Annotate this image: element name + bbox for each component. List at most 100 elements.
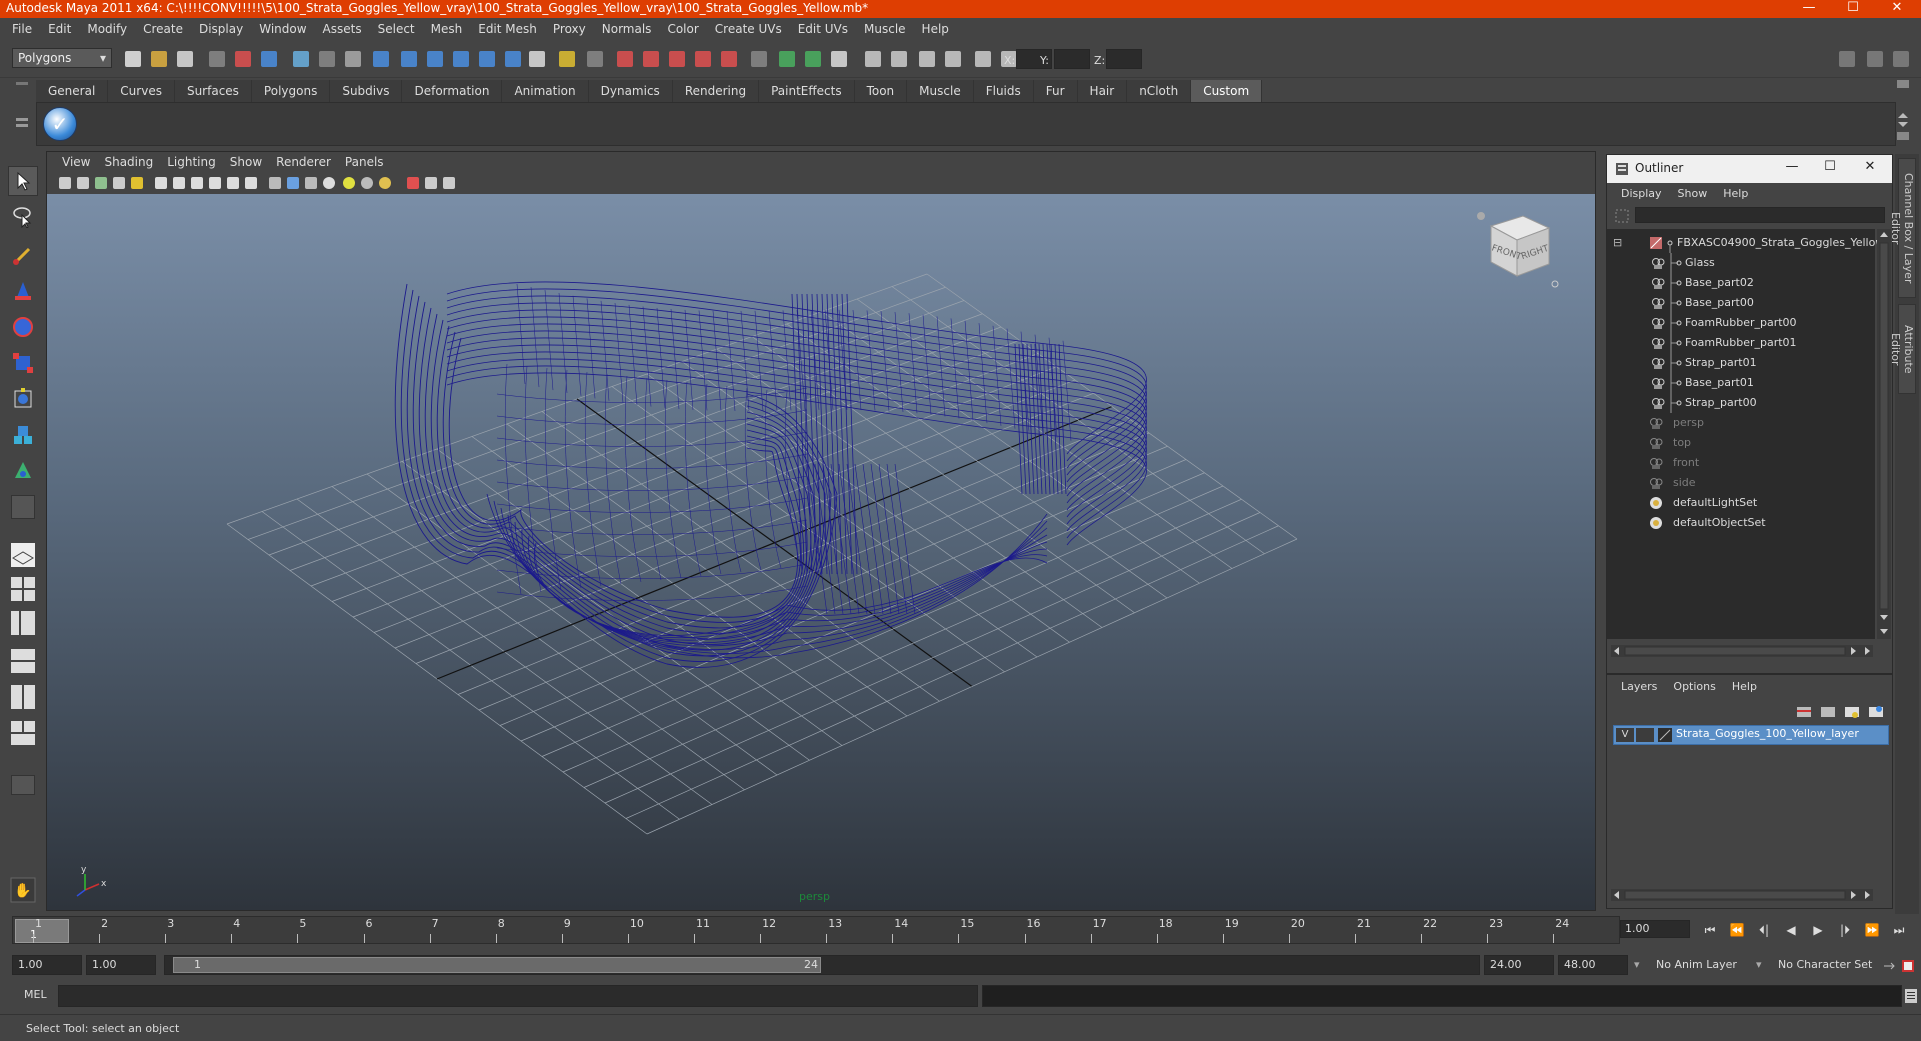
channel-box-icon[interactable] bbox=[1864, 48, 1886, 70]
hotbox-icon[interactable]: ✋ bbox=[8, 875, 38, 905]
layer-playback-toggle[interactable] bbox=[1636, 728, 1654, 742]
outliner-item[interactable]: Strap_part01 bbox=[1607, 353, 1875, 373]
soft-mod-tool-icon[interactable] bbox=[8, 420, 38, 450]
scale-tool-icon[interactable] bbox=[8, 348, 38, 378]
go-to-end-icon[interactable]: ⏭ bbox=[1889, 922, 1909, 938]
status-tool-icon[interactable] bbox=[748, 48, 770, 70]
outliner-item[interactable]: defaultLightSet bbox=[1607, 493, 1875, 513]
play-forwards-icon[interactable]: ▶ bbox=[1808, 922, 1828, 938]
outliner-item[interactable]: persp bbox=[1607, 413, 1875, 433]
menu-edit[interactable]: Edit bbox=[40, 22, 79, 36]
viewport-tool-icon[interactable] bbox=[377, 172, 393, 194]
shelf-tab-subdivs[interactable]: Subdivs bbox=[330, 80, 403, 102]
status-tool-icon[interactable] bbox=[584, 48, 606, 70]
auto-key-icons[interactable] bbox=[1882, 958, 1918, 974]
viewport-menu-panels[interactable]: Panels bbox=[338, 155, 391, 169]
outliner-layout-icon[interactable] bbox=[8, 608, 38, 638]
viewport-tool-icon[interactable] bbox=[207, 172, 223, 194]
expand-toggle-icon[interactable]: ⊟ bbox=[1613, 233, 1622, 253]
status-tool-icon[interactable] bbox=[174, 48, 196, 70]
shelf-tab-hair[interactable]: Hair bbox=[1077, 80, 1128, 102]
status-tool-icon[interactable] bbox=[640, 48, 662, 70]
viewport-tool-icon[interactable] bbox=[153, 172, 169, 194]
z-field[interactable] bbox=[1106, 49, 1142, 69]
status-tool-icon[interactable] bbox=[888, 48, 910, 70]
viewport-menu-shading[interactable]: Shading bbox=[97, 155, 160, 169]
show-manipulator-icon[interactable] bbox=[8, 456, 38, 486]
status-tool-icon[interactable] bbox=[148, 48, 170, 70]
command-language-label[interactable]: MEL bbox=[24, 988, 47, 1001]
status-tool-icon[interactable] bbox=[206, 48, 228, 70]
paint-select-tool-icon[interactable] bbox=[8, 240, 38, 270]
go-to-start-icon[interactable]: ⏮ bbox=[1700, 922, 1720, 938]
outliner-item[interactable]: side bbox=[1607, 473, 1875, 493]
outliner-horizontal-scrollbar[interactable] bbox=[1611, 645, 1873, 657]
status-tool-icon[interactable] bbox=[556, 48, 578, 70]
viewport-tool-icon[interactable] bbox=[57, 172, 73, 194]
menu-edit-uvs[interactable]: Edit UVs bbox=[790, 22, 856, 36]
viewport-tool-icon[interactable] bbox=[111, 172, 127, 194]
outliner-item[interactable]: FoamRubber_part01 bbox=[1607, 333, 1875, 353]
menu-proxy[interactable]: Proxy bbox=[545, 22, 594, 36]
view-cube[interactable]: FRONT RIGHT bbox=[1469, 202, 1559, 292]
status-tool-icon[interactable] bbox=[666, 48, 688, 70]
layer-menu-options[interactable]: Options bbox=[1665, 680, 1723, 693]
menu-assets[interactable]: Assets bbox=[315, 22, 370, 36]
viewport-tool-icon[interactable] bbox=[285, 172, 301, 194]
outliner-item[interactable]: Base_part00 bbox=[1607, 293, 1875, 313]
shelf-tab-toon[interactable]: Toon bbox=[854, 80, 908, 102]
outliner-menu-display[interactable]: Display bbox=[1613, 187, 1670, 200]
menu-color[interactable]: Color bbox=[659, 22, 706, 36]
attribute-editor-tab[interactable]: Attribute Editor bbox=[1889, 304, 1916, 394]
toolbox-collapse-icon[interactable] bbox=[8, 770, 38, 800]
menu-select[interactable]: Select bbox=[370, 22, 423, 36]
status-tool-icon[interactable] bbox=[526, 48, 548, 70]
viewport-tool-icon[interactable] bbox=[423, 172, 439, 194]
status-tool-icon[interactable] bbox=[802, 48, 824, 70]
outliner-item[interactable]: ⊟ FBXASC04900_Strata_Goggles_Yellow bbox=[1607, 233, 1884, 253]
menu-window[interactable]: Window bbox=[251, 22, 314, 36]
status-tool-icon[interactable] bbox=[398, 48, 420, 70]
layer-visibility-toggle[interactable]: V bbox=[1616, 728, 1634, 742]
menu-normals[interactable]: Normals bbox=[594, 22, 660, 36]
menu-set-selector[interactable]: Polygons bbox=[12, 48, 112, 68]
menu-file[interactable]: File bbox=[4, 22, 40, 36]
status-tool-icon[interactable] bbox=[370, 48, 392, 70]
command-input[interactable] bbox=[58, 985, 978, 1007]
play-backwards-icon[interactable]: ◀ bbox=[1781, 922, 1801, 938]
step-back-key-icon[interactable]: ⏪ bbox=[1727, 922, 1747, 938]
viewport-tool-icon[interactable] bbox=[75, 172, 91, 194]
move-tool-icon[interactable] bbox=[8, 276, 38, 306]
viewport-menu-renderer[interactable]: Renderer bbox=[269, 155, 338, 169]
animation-start-field[interactable]: 1.00 bbox=[12, 955, 82, 975]
manipulator-tool-icon[interactable] bbox=[8, 384, 38, 414]
menu-muscle[interactable]: Muscle bbox=[856, 22, 914, 36]
layer-row[interactable]: V Strata_Goggles_100_Yellow_layer bbox=[1613, 725, 1889, 745]
playback-end-field[interactable]: 24.00 bbox=[1484, 955, 1554, 975]
menu-display[interactable]: Display bbox=[191, 22, 251, 36]
menu-create[interactable]: Create bbox=[135, 22, 191, 36]
character-set-dropdown[interactable]: No Character Set bbox=[1756, 955, 1880, 975]
shelf-tab-fur[interactable]: Fur bbox=[1033, 80, 1078, 102]
outliner-item[interactable]: Base_part01 bbox=[1607, 373, 1875, 393]
outliner-filter-input[interactable] bbox=[1635, 207, 1885, 223]
select-tool-icon[interactable] bbox=[8, 166, 38, 196]
viewport-tool-icon[interactable] bbox=[225, 172, 241, 194]
rotate-tool-icon[interactable] bbox=[8, 312, 38, 342]
viewport-tool-icon[interactable] bbox=[267, 172, 283, 194]
viewport-tool-icon[interactable] bbox=[441, 172, 457, 194]
scene-svg[interactable] bbox=[47, 194, 1595, 910]
status-tool-icon[interactable] bbox=[476, 48, 498, 70]
viewport-tool-icon[interactable] bbox=[243, 172, 259, 194]
four-view-layout-icon[interactable] bbox=[8, 574, 38, 604]
status-tool-icon[interactable] bbox=[916, 48, 938, 70]
outliner-vertical-scrollbar[interactable] bbox=[1877, 229, 1891, 639]
viewport-tool-icon[interactable] bbox=[171, 172, 187, 194]
shelf-tab-curves[interactable]: Curves bbox=[108, 80, 175, 102]
shelf-tab-rendering[interactable]: Rendering bbox=[672, 80, 760, 102]
animation-end-field[interactable]: 48.00 bbox=[1558, 955, 1628, 975]
outliner-close-button[interactable]: ✕ bbox=[1855, 159, 1885, 174]
shelf-tab-ncloth[interactable]: nCloth bbox=[1127, 80, 1192, 102]
menu-help[interactable]: Help bbox=[914, 22, 957, 36]
shelf-tab-painteffects[interactable]: PaintEffects bbox=[759, 80, 855, 102]
